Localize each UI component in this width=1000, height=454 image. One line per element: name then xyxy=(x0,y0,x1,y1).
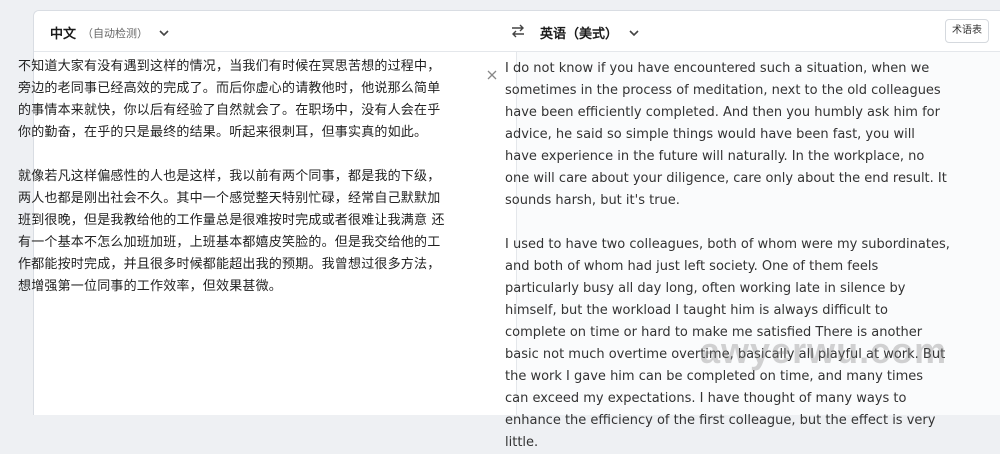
glossary-button[interactable]: 术语表 xyxy=(945,19,989,43)
source-language-selector[interactable]: 中文 （自动检测） xyxy=(50,23,170,42)
source-language-label: 中文 xyxy=(50,27,77,42)
swap-icon[interactable] xyxy=(510,23,526,39)
source-detect-label: （自动检测） xyxy=(82,26,149,40)
chevron-down-icon xyxy=(629,29,639,36)
source-text-area[interactable]: 不知道大家有没有遇到这样的情况，当我们有时候在冥思苦想的过程中，旁边的老同事已经… xyxy=(18,56,448,298)
translation-output: I do not know if you have encountered su… xyxy=(505,61,950,450)
language-bar: 中文 （自动检测） 英语（美式） 术语表 xyxy=(34,11,1000,52)
target-language-label: 英语（美式） xyxy=(540,27,619,42)
target-language-selector[interactable]: 英语（美式） xyxy=(540,23,640,42)
close-icon[interactable] xyxy=(486,69,498,81)
chevron-down-icon xyxy=(159,29,169,36)
